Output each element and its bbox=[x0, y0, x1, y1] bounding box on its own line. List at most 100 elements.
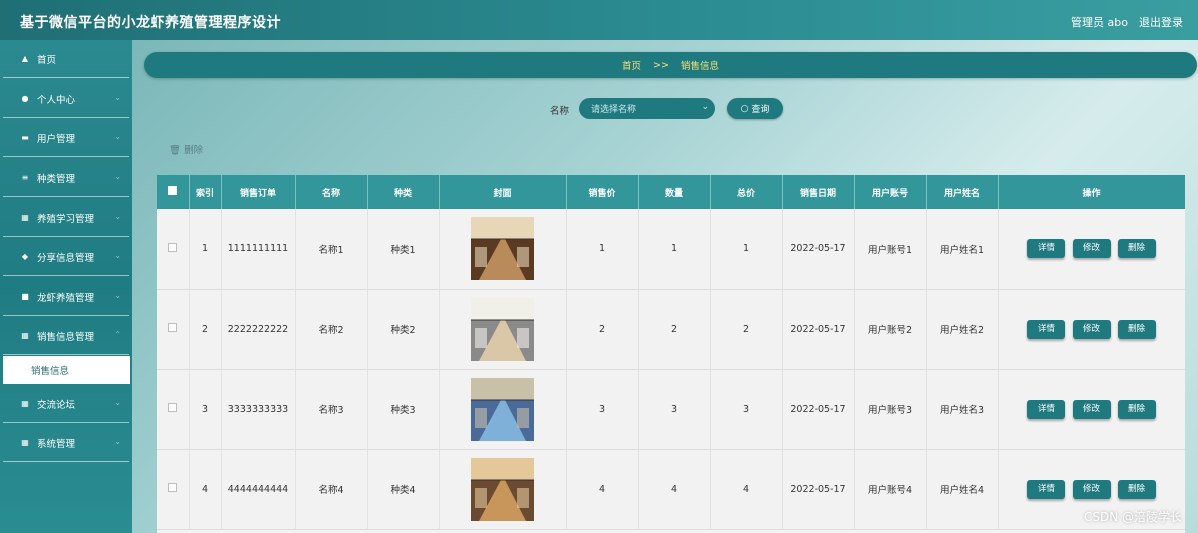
sidebar-item-label: 龙虾养殖管理 bbox=[37, 292, 95, 304]
select-all-checkbox[interactable] bbox=[168, 186, 178, 195]
chevron-down-icon: ⌄ bbox=[114, 437, 121, 446]
sidebar-item-learning[interactable]: ▦ 养殖学习管理 ⌄ bbox=[3, 199, 129, 237]
cell-account: 用户账号1 bbox=[854, 209, 927, 289]
cell-index: 4 bbox=[189, 449, 222, 529]
cell-index: 1 bbox=[189, 209, 222, 289]
sidebar-item-forum[interactable]: ▦ 交流论坛 ⌄ bbox=[3, 385, 129, 423]
row-select-cell[interactable] bbox=[157, 289, 190, 369]
sidebar-item-system[interactable]: ▦ 系统管理 ⌄ bbox=[3, 424, 129, 462]
cell-price: 3 bbox=[566, 369, 639, 449]
column-header[interactable]: 名称 bbox=[295, 175, 368, 209]
delete-button[interactable]: 删除 bbox=[1117, 399, 1156, 419]
grid-icon: ▦ bbox=[21, 399, 29, 408]
board-icon: ■ bbox=[21, 292, 29, 301]
grid-icon: ▦ bbox=[21, 438, 29, 447]
row-select-cell[interactable] bbox=[157, 369, 190, 449]
column-header[interactable]: 销售价 bbox=[566, 175, 639, 209]
cell-qty: 4 bbox=[638, 449, 711, 529]
sidebar-item-share[interactable]: ◆ 分享信息管理 ⌄ bbox=[3, 238, 129, 276]
sidebar-item-personal[interactable]: ● 个人中心 ⌄ bbox=[3, 80, 129, 118]
detail-button[interactable]: 详情 bbox=[1027, 319, 1066, 339]
cell-order: 3333333333 bbox=[221, 369, 296, 449]
table-row: 2 2222222222 名称2 种类2 2 2 2 2022-05-17 用户… bbox=[157, 289, 1185, 369]
batch-delete-label: 删除 bbox=[184, 145, 204, 156]
detail-button[interactable]: 详情 bbox=[1027, 239, 1066, 259]
cell-date: 2022-05-17 bbox=[782, 369, 855, 449]
cell-order: 2222222222 bbox=[221, 289, 296, 369]
row-checkbox[interactable] bbox=[168, 242, 178, 252]
sidebar-item-label: 分享信息管理 bbox=[37, 252, 95, 264]
cell-username: 用户姓名1 bbox=[926, 209, 999, 289]
sidebar-item-label: 用户管理 bbox=[37, 133, 76, 145]
delete-button[interactable]: 删除 bbox=[1117, 479, 1156, 499]
batch-delete-button[interactable]: 🗑 删除 bbox=[169, 142, 203, 156]
breadcrumb-home[interactable]: 首页 bbox=[622, 58, 641, 72]
chevron-down-icon: ⌄ bbox=[114, 398, 121, 407]
search-button[interactable]: ○ 查询 bbox=[727, 98, 783, 119]
delete-button[interactable]: 删除 bbox=[1117, 239, 1156, 259]
cell-username: 用户姓名4 bbox=[926, 449, 999, 529]
cell-account: 用户账号2 bbox=[854, 289, 927, 369]
logout-link[interactable]: 退出登录 bbox=[1139, 14, 1183, 30]
column-header[interactable]: 用户姓名 bbox=[926, 175, 999, 209]
row-checkbox[interactable] bbox=[168, 483, 178, 492]
detail-button[interactable]: 详情 bbox=[1027, 479, 1066, 499]
trash-icon: 🗑 bbox=[169, 145, 182, 156]
row-checkbox[interactable] bbox=[168, 323, 178, 332]
cell-price: 2 bbox=[566, 289, 639, 369]
column-header[interactable]: 销售订单 bbox=[221, 175, 296, 209]
sidebar-item-sales[interactable]: ▦ 销售信息管理 ⌃ bbox=[3, 317, 129, 355]
cell-qty: 2 bbox=[638, 289, 711, 369]
delete-button[interactable]: 删除 bbox=[1117, 319, 1156, 339]
edit-button[interactable]: 修改 bbox=[1072, 399, 1111, 419]
column-header[interactable]: 数量 bbox=[638, 175, 711, 209]
edit-button[interactable]: 修改 bbox=[1072, 239, 1111, 259]
column-header[interactable]: 总价 bbox=[710, 175, 783, 209]
cell-date: 2022-05-17 bbox=[782, 289, 855, 369]
edit-button[interactable]: 修改 bbox=[1072, 319, 1111, 339]
name-select[interactable]: 请选择名称 ⌄ bbox=[579, 98, 715, 119]
column-header[interactable]: 封面 bbox=[439, 175, 567, 209]
cell-total: 1 bbox=[710, 209, 783, 289]
cell-total: 3 bbox=[710, 369, 783, 449]
sidebar-item-label: 系统管理 bbox=[37, 438, 76, 450]
chevron-down-icon: ⌄ bbox=[114, 93, 121, 102]
sidebar-subitem-sales-info[interactable]: 销售信息 bbox=[3, 356, 130, 384]
edit-button[interactable]: 修改 bbox=[1072, 479, 1111, 499]
sliders-icon: ≡ bbox=[21, 173, 29, 182]
cover-image bbox=[471, 297, 534, 361]
cell-cover bbox=[439, 369, 567, 449]
sidebar-item-home[interactable]: ▲ 首页 bbox=[3, 40, 129, 78]
cell-total: 2 bbox=[710, 289, 783, 369]
row-select-cell[interactable] bbox=[157, 209, 190, 289]
cell-name: 名称3 bbox=[295, 369, 368, 449]
column-header[interactable]: 种类 bbox=[367, 175, 440, 209]
cover-image bbox=[471, 217, 534, 281]
cell-type: 种类1 bbox=[367, 209, 440, 289]
user-icon: ● bbox=[21, 94, 29, 103]
detail-button[interactable]: 详情 bbox=[1027, 399, 1066, 419]
cell-cover bbox=[439, 209, 567, 289]
sidebar-item-label: 销售信息管理 bbox=[37, 331, 95, 343]
current-user: 管理员 abo bbox=[1071, 16, 1128, 29]
cell-qty: 3 bbox=[638, 369, 711, 449]
cell-total: 4 bbox=[710, 449, 783, 529]
column-header[interactable]: 销售日期 bbox=[782, 175, 855, 209]
grid-icon: ▦ bbox=[21, 331, 29, 340]
sidebar: ▲ 首页 ● 个人中心 ⌄ ▬ 用户管理 ⌄ ≡ 种类管理 ⌄ ▦ 养殖学习管理… bbox=[0, 40, 132, 533]
sidebar-item-breeding[interactable]: ■ 龙虾养殖管理 ⌄ bbox=[3, 278, 129, 316]
chevron-down-icon: ⌄ bbox=[114, 172, 121, 181]
sidebar-item-users[interactable]: ▬ 用户管理 ⌄ bbox=[3, 119, 129, 157]
watermark: CSDN @涪陵学长 bbox=[1083, 510, 1182, 524]
sidebar-item-types[interactable]: ≡ 种类管理 ⌄ bbox=[3, 159, 129, 197]
cell-name: 名称1 bbox=[295, 209, 368, 289]
breadcrumb-separator: >> bbox=[653, 59, 669, 71]
cell-order: 4444444444 bbox=[221, 449, 296, 529]
column-header[interactable]: 用户账号 bbox=[854, 175, 927, 209]
row-checkbox[interactable] bbox=[168, 403, 178, 412]
grid-icon: ▦ bbox=[21, 213, 29, 222]
row-select-cell[interactable] bbox=[157, 449, 190, 529]
chevron-down-icon: ⌄ bbox=[114, 291, 121, 300]
select-all-cell[interactable] bbox=[157, 175, 190, 209]
cell-date: 2022-05-17 bbox=[782, 209, 855, 289]
